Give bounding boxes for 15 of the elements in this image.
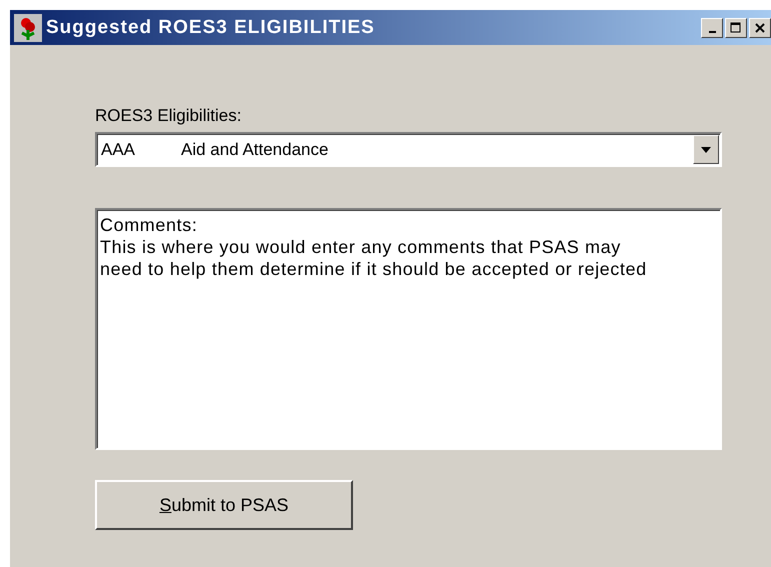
maximize-button[interactable] bbox=[725, 18, 747, 38]
eligibility-dropdown[interactable]: AAA Aid and Attendance bbox=[95, 132, 722, 167]
minimize-button[interactable] bbox=[701, 18, 723, 38]
window-title: Suggested ROES3 ELIGIBILITIES bbox=[46, 16, 376, 38]
eligibility-code: AAA bbox=[100, 140, 136, 160]
caret-icon bbox=[701, 146, 711, 152]
field-label: ROES3 Eligibilities: bbox=[95, 106, 242, 126]
close-button[interactable] bbox=[749, 18, 771, 38]
submit-button[interactable]: Submit to PSAS bbox=[95, 480, 353, 530]
eligibility-value: Aid and Attendance bbox=[181, 140, 330, 160]
comments-field[interactable]: Comments: This is where you would enter any comments that PSAS may need to help them determine if it should be accepted or rejected bbox=[95, 208, 722, 450]
dropdown-arrow-button[interactable] bbox=[693, 135, 719, 164]
close-icon bbox=[754, 22, 766, 34]
maximize-icon bbox=[730, 22, 742, 34]
minimize-icon bbox=[708, 30, 716, 32]
